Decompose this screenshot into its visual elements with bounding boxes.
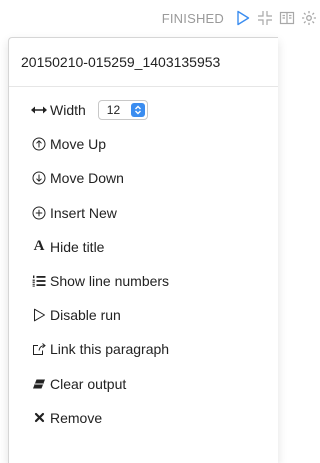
gear-icon[interactable] — [300, 9, 318, 27]
paragraph-dropdown-menu: 20150210-015259_1403135953 Width 12 Move… — [8, 37, 278, 463]
arrow-down-circle-icon — [31, 170, 47, 186]
menu-item-width: Width 12 — [9, 93, 278, 127]
menu-item-label: Show line numbers — [50, 273, 170, 290]
menu-item-label: Move Down — [50, 170, 124, 187]
menu-item-move-up[interactable]: Move Up — [9, 127, 278, 161]
menu-list: Width 12 Move Up Move Down Insert New A … — [9, 87, 278, 435]
menu-item-label: Insert New — [50, 204, 117, 221]
menu-item-show-line-numbers[interactable]: Show line numbers — [9, 264, 278, 298]
font-icon: A — [33, 238, 45, 255]
width-select[interactable]: 12 — [97, 100, 148, 121]
arrow-up-circle-icon — [31, 136, 47, 152]
menu-item-insert-new[interactable]: Insert New — [9, 196, 278, 230]
list-numbered-icon — [31, 273, 47, 289]
menu-item-label: Clear output — [50, 375, 127, 392]
menu-item-label: Move Up — [50, 136, 107, 153]
plus-circle-icon — [31, 205, 47, 221]
menu-item-disable-run[interactable]: Disable run — [9, 298, 278, 332]
width-select-value: 12 — [106, 103, 121, 118]
select-stepper-icon — [130, 103, 145, 118]
play-outline-icon — [31, 307, 47, 323]
resize-horizontal-icon — [31, 102, 47, 118]
collapse-icon[interactable] — [256, 9, 274, 27]
menu-item-remove[interactable]: Remove — [9, 401, 278, 435]
share-icon — [31, 341, 47, 357]
menu-item-label: Link this paragraph — [50, 341, 170, 358]
menu-item-label: Width — [50, 102, 86, 119]
menu-item-label: Disable run — [50, 307, 121, 324]
menu-item-label: Remove — [50, 409, 103, 426]
menu-item-clear-output[interactable]: Clear output — [9, 367, 278, 401]
menu-item-hide-title[interactable]: A Hide title — [9, 230, 278, 264]
menu-item-label: Hide title — [50, 238, 105, 255]
paragraph-toolbar: FINISHED — [0, 0, 320, 36]
eraser-icon — [31, 376, 47, 392]
paragraph-id: 20150210-015259_1403135953 — [9, 38, 278, 87]
status-label: FINISHED — [161, 10, 224, 26]
menu-item-move-down[interactable]: Move Down — [9, 161, 278, 195]
close-icon — [31, 410, 47, 426]
menu-item-link-paragraph[interactable]: Link this paragraph — [9, 332, 278, 366]
book-icon[interactable] — [278, 9, 296, 27]
play-icon[interactable] — [234, 9, 252, 27]
